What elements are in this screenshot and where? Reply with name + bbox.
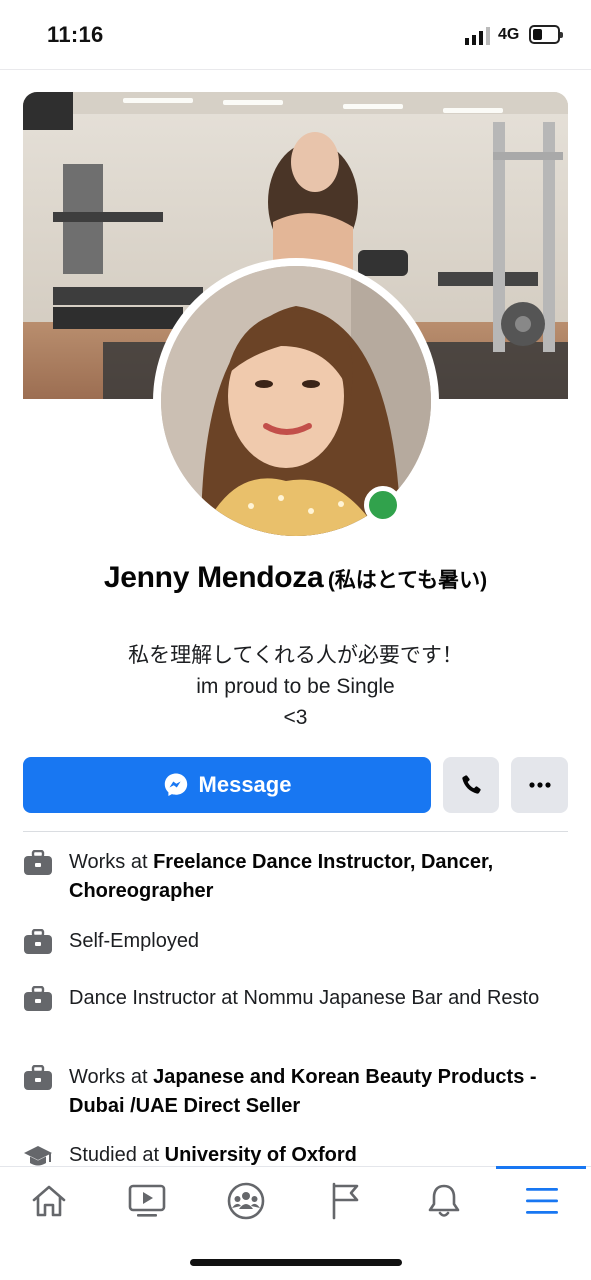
nav-menu[interactable] — [514, 1179, 570, 1223]
messenger-icon — [164, 773, 187, 796]
info-item-work[interactable]: Works at Japanese and Korean Beauty Prod… — [23, 1063, 568, 1121]
bio-line: 私を理解してくれる人が必要です！ — [128, 644, 463, 667]
watch-icon — [128, 1184, 166, 1217]
profile-name: Jenny Mendoza — [103, 561, 324, 594]
nav-watch[interactable] — [119, 1179, 175, 1223]
briefcase-icon — [24, 929, 52, 954]
briefcase-icon — [24, 986, 52, 1011]
phone-icon — [462, 775, 481, 794]
home-indicator[interactable] — [190, 1259, 402, 1266]
info-text: Works at Freelance Dance Instructor, Dan… — [69, 851, 494, 902]
bio-line: <3 — [283, 706, 308, 729]
more-icon — [528, 782, 551, 788]
call-button[interactable] — [443, 757, 499, 813]
message-button-label: Message — [198, 772, 292, 797]
nav-pages[interactable] — [318, 1179, 374, 1223]
info-item-work[interactable]: Self-Employed — [23, 927, 568, 956]
status-bar: 11:16 4G — [0, 0, 591, 70]
info-text: Self-Employed — [69, 930, 200, 952]
nav-home[interactable] — [21, 1179, 77, 1223]
more-options-button[interactable] — [511, 757, 568, 813]
info-item-work[interactable]: Dance Instructor at Nommu Japanese Bar a… — [23, 984, 568, 1013]
briefcase-icon — [24, 1065, 52, 1090]
info-item-work[interactable]: Works at Freelance Dance Instructor, Dan… — [23, 848, 568, 906]
pages-flag-icon — [332, 1182, 359, 1220]
network-type: 4G — [498, 26, 520, 43]
active-tab-indicator — [496, 1166, 586, 1169]
section-divider — [23, 831, 568, 832]
menu-icon — [526, 1188, 558, 1214]
message-button[interactable]: Message — [23, 757, 431, 813]
home-icon — [32, 1185, 66, 1217]
notifications-bell-icon — [428, 1184, 460, 1217]
info-text: Works at Japanese and Korean Beauty Prod… — [69, 1066, 537, 1117]
profile-name-row: Jenny Mendoza (私はとても暑い) — [0, 561, 591, 595]
nav-notifications[interactable] — [416, 1179, 472, 1223]
info-text: Dance Instructor at Nommu Japanese Bar a… — [69, 987, 540, 1009]
briefcase-icon — [24, 850, 52, 875]
online-status-indicator — [364, 486, 402, 524]
bio-line: im proud to be Single — [196, 675, 395, 698]
groups-icon — [227, 1182, 265, 1220]
nav-groups[interactable] — [218, 1179, 274, 1223]
profile-alternate-name: (私はとても暑い) — [327, 569, 488, 592]
status-time: 11:16 — [47, 22, 104, 47]
signal-icon — [465, 27, 490, 45]
profile-bio: 私を理解してくれる人が必要です！ im proud to be Single <… — [0, 640, 591, 733]
battery-icon — [529, 25, 563, 44]
